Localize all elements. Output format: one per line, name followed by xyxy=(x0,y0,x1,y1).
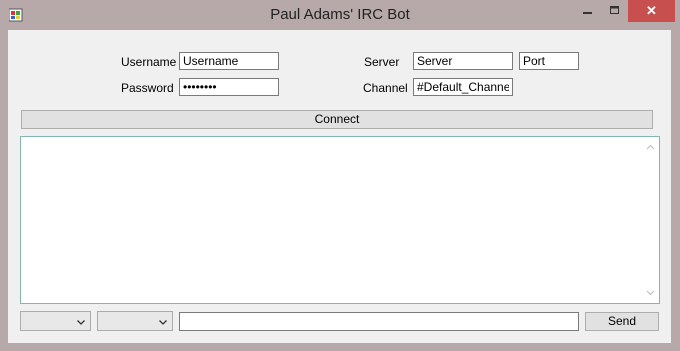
client-area: Username Password Server Channel Connect… xyxy=(8,30,671,343)
server-input[interactable] xyxy=(413,52,513,70)
channel-input[interactable] xyxy=(413,78,513,96)
minimize-icon xyxy=(582,12,592,14)
combo-box-2[interactable] xyxy=(97,311,173,331)
channel-label: Channel xyxy=(363,81,408,95)
send-button[interactable]: Send xyxy=(585,312,659,331)
chat-log[interactable] xyxy=(20,136,660,304)
title-bar: Paul Adams' IRC Bot ✕ xyxy=(0,0,680,30)
close-button[interactable]: ✕ xyxy=(628,0,675,22)
main-window: Paul Adams' IRC Bot ✕ Username Password … xyxy=(0,0,680,351)
combo-box-1[interactable] xyxy=(20,311,91,331)
maximize-icon xyxy=(609,6,619,14)
scroll-up-icon[interactable] xyxy=(642,139,659,156)
chevron-down-icon xyxy=(159,320,167,325)
minimize-button[interactable] xyxy=(574,0,601,22)
log-scrollbar[interactable] xyxy=(642,137,659,303)
username-label: Username xyxy=(121,55,177,69)
scroll-down-icon[interactable] xyxy=(642,284,659,301)
connect-button[interactable]: Connect xyxy=(21,110,653,129)
chevron-down-icon xyxy=(77,320,85,325)
message-input[interactable] xyxy=(179,312,579,331)
maximize-button[interactable] xyxy=(601,0,628,22)
password-label: Password xyxy=(121,81,174,95)
close-icon: ✕ xyxy=(646,3,657,18)
password-input[interactable] xyxy=(179,78,279,96)
server-label: Server xyxy=(364,55,400,69)
port-input[interactable] xyxy=(519,52,579,70)
username-input[interactable] xyxy=(179,52,279,70)
